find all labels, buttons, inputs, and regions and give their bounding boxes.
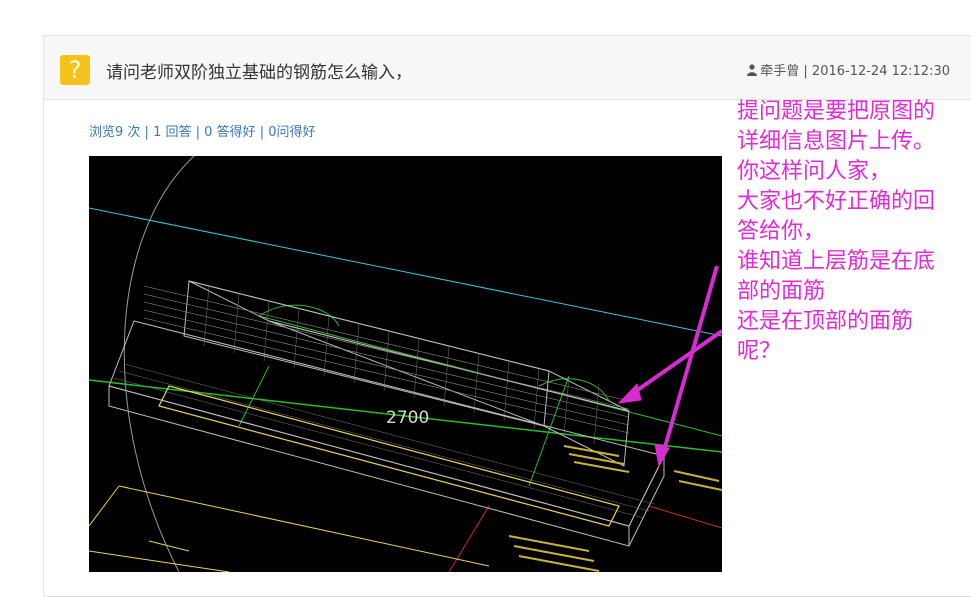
answers-count[interactable]: 1 回答 [153, 125, 191, 140]
question-meta: 牵手曾 | 2016-12-24 12:12:30 [747, 60, 950, 79]
user-icon [747, 64, 758, 76]
annotation-line: 你这样问人家， [737, 159, 892, 184]
annotation-line: 谁知道上层筋是在底 [737, 249, 936, 274]
annotation-line: 部的面筋 [737, 279, 826, 304]
annotation-line: 答给你， [737, 219, 826, 244]
annotation-line: 呢？ [737, 339, 782, 364]
cad-drawing [89, 156, 722, 572]
annotation-line: 详细信息图片上传。 [737, 129, 936, 154]
good-questions-count: 0问得好 [268, 125, 316, 140]
dimension-label: 2700 [386, 408, 430, 428]
annotation-line: 提问题是要把原图的 [737, 99, 936, 124]
question-title[interactable]: 请问老师双阶独立基础的钢筋怎么输入， [106, 58, 412, 83]
author-name[interactable]: 牵手曾 [760, 64, 799, 79]
meta-separator: | [803, 64, 808, 79]
stats-separator: | [259, 125, 265, 140]
question-datetime: 2016-12-24 12:12:30 [811, 64, 950, 79]
cad-screenshot-image[interactable]: 2700 [89, 156, 722, 572]
annotation-note: 提问题是要把原图的 详细信息图片上传。 你这样问人家， 大家也不好正确的回 答给… [737, 97, 962, 367]
question-header: ? 请问老师双阶独立基础的钢筋怎么输入， 牵手曾 | 2016-12-24 12… [44, 36, 971, 100]
views-count: 浏览9 次 [89, 125, 141, 140]
question-mark-icon: ? [60, 55, 90, 85]
good-answers-count: 0 答得好 [204, 125, 256, 140]
annotation-line: 大家也不好正确的回 [737, 189, 936, 214]
stats-separator: | [144, 125, 149, 140]
annotation-line: 还是在顶部的面筋 [737, 309, 914, 334]
stats-separator: | [195, 125, 201, 140]
question-stats: 浏览9 次 | 1 回答 | 0 答得好 | 0问得好 [89, 121, 316, 140]
